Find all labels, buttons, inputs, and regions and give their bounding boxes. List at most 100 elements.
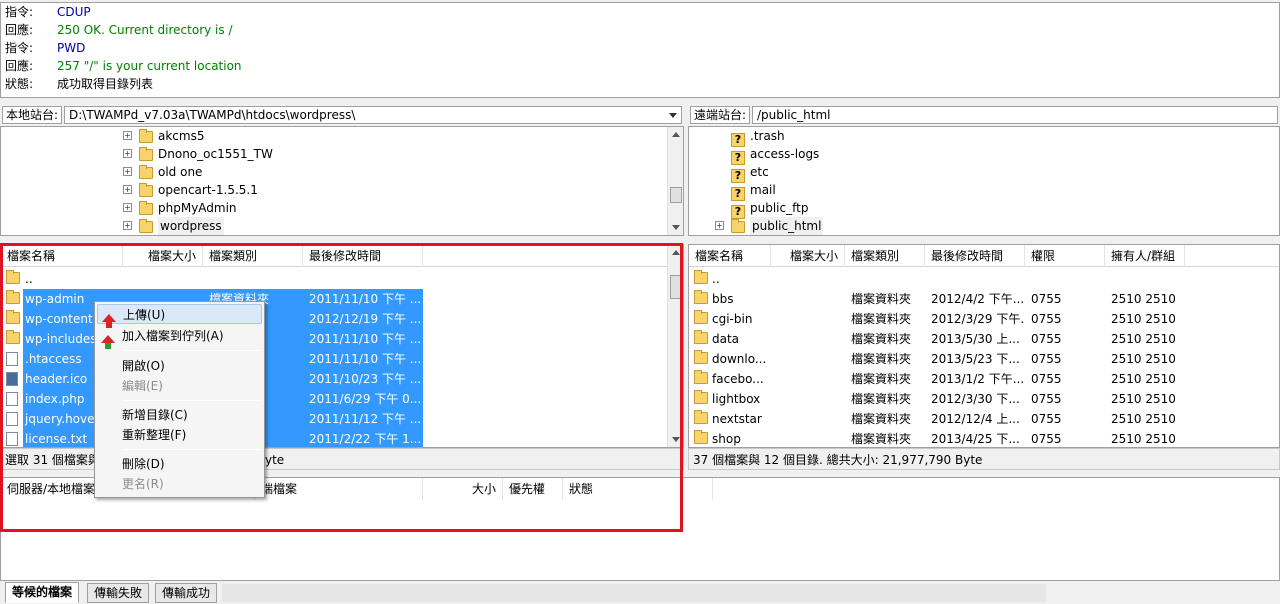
file-owner-group: 2510 2510 xyxy=(1111,332,1176,346)
col-filetype[interactable]: 檔案類別 xyxy=(203,245,303,267)
col-permissions[interactable]: 權限 xyxy=(1025,245,1105,267)
tree-item[interactable]: + opencart-1.5.5.1 xyxy=(123,181,323,199)
tree-item[interactable]: + old one xyxy=(123,163,323,181)
file-name: nextstar xyxy=(712,412,762,426)
remote-list-header: 檔案名稱 檔案大小 檔案類別 最後修改時間 權限 擁有人/群組 xyxy=(689,245,1279,267)
filezilla-window: 指令: CDUP 回應: 250 OK. Current directory is /… xyxy=(0,0,1280,604)
tree-item[interactable]: ? access-logs xyxy=(715,145,915,165)
col-owner-group[interactable]: 擁有人/群組 xyxy=(1105,245,1185,267)
table-row[interactable]: cgi-bin 檔案資料夾 2012/3/29 下午... 0755 2510 2510 xyxy=(689,309,1279,329)
tab-queued-files[interactable]: 等候的檔案 xyxy=(5,582,80,603)
expand-icon[interactable]: + xyxy=(123,131,132,140)
log-label: 回應: xyxy=(5,59,34,73)
menu-item-new-directory[interactable]: 新增目錄(C) xyxy=(97,405,262,425)
file-modified: 2013/1/2 下午... xyxy=(931,372,1025,386)
remote-directory-tree[interactable]: ? .trash? access-logs? etc? mail? public_ftp +… xyxy=(688,126,1280,236)
menu-item-refresh[interactable]: 重新整理(F) xyxy=(97,425,262,445)
scroll-down-icon[interactable] xyxy=(672,437,680,442)
menu-item-delete[interactable]: 刪除(D) xyxy=(97,454,262,474)
expand-icon[interactable]: + xyxy=(123,167,132,176)
expand-icon[interactable]: + xyxy=(123,149,132,158)
table-row[interactable]: data 檔案資料夾 2013/5/30 上... 0755 2510 2510 xyxy=(689,329,1279,349)
table-row[interactable]: downlo... 檔案資料夾 2013/5/23 下... 0755 2510 251… xyxy=(689,349,1279,369)
menu-label: 更名(R) xyxy=(122,477,164,491)
col-filename[interactable]: 檔案名稱 xyxy=(1,245,123,267)
scroll-down-icon[interactable] xyxy=(672,225,680,230)
table-row[interactable]: bbs 檔案資料夾 2012/4/2 下午... 0755 2510 2510 xyxy=(689,289,1279,309)
file-type: 檔案資料夾 xyxy=(851,432,912,446)
tree-item[interactable]: ? .trash xyxy=(715,127,915,147)
tab-failed-transfers[interactable]: 傳輸失敗 xyxy=(87,583,150,603)
tree-item[interactable]: ? public_ftp xyxy=(715,199,915,219)
tree-item[interactable]: + public_html xyxy=(715,217,915,235)
chevron-down-icon[interactable] xyxy=(669,113,677,118)
table-row[interactable]: facebo... 檔案資料夾 2013/1/2 下午... 0755 2510 251… xyxy=(689,369,1279,389)
table-row[interactable]: shop 檔案資料夾 2013/4/25 下... 0755 2510 2510 xyxy=(689,429,1279,447)
scroll-up-icon[interactable] xyxy=(672,250,680,255)
table-row[interactable]: lightbox 檔案資料夾 2012/3/30 下... 0755 2510 2510 xyxy=(689,389,1279,409)
message-log[interactable]: 指令: CDUP 回應: 250 OK. Current directory is /… xyxy=(0,2,1280,98)
remote-status-line: 37 個檔案與 12 個目錄. 總共大小: 21,977,790 Byte xyxy=(688,448,1280,470)
file-permissions: 0755 xyxy=(1031,392,1062,406)
folder-icon xyxy=(6,330,20,347)
tree-item[interactable]: + akcms5 xyxy=(123,127,323,145)
tree-item[interactable]: + wordpress xyxy=(123,217,323,235)
tree-item-label: wordpress xyxy=(158,217,224,235)
local-directory-tree[interactable]: + akcms5 + Dnono_oc1551_TW + old one + opencart… xyxy=(0,126,684,236)
table-row[interactable]: .. xyxy=(689,269,1279,289)
expand-icon[interactable]: + xyxy=(715,221,724,230)
tree-item-label: public_ftp xyxy=(750,201,809,215)
scroll-up-icon[interactable] xyxy=(672,132,680,137)
file-modified: 2012/12/4 上... xyxy=(931,412,1020,426)
local-tree-scrollbar[interactable] xyxy=(667,127,683,235)
tab-successful-transfers[interactable]: 傳輸成功 xyxy=(155,583,218,603)
folder-icon xyxy=(694,310,708,327)
queue-col-priority[interactable]: 優先權 xyxy=(503,478,563,500)
col-filename[interactable]: 檔案名稱 xyxy=(689,245,771,267)
expand-icon[interactable]: + xyxy=(123,203,132,212)
menu-item-add-to-queue[interactable]: 加入檔案到佇列(A) xyxy=(97,326,262,349)
file-modified: 2011/11/10 下午 ... xyxy=(309,329,423,349)
file-modified: 2012/4/2 下午... xyxy=(931,292,1025,306)
queue-col-remote[interactable]: 端檔案 xyxy=(255,478,423,500)
tabs-horizontal-scrollbar[interactable] xyxy=(222,584,1046,602)
file-icon xyxy=(6,392,18,409)
tree-item[interactable]: ? etc xyxy=(715,163,915,183)
tree-item[interactable]: + Dnono_oc1551_TW xyxy=(123,145,323,163)
menu-label: 編輯(E) xyxy=(122,379,163,393)
queue-col-size[interactable]: 大小 xyxy=(423,478,503,500)
scroll-thumb[interactable] xyxy=(670,275,682,299)
log-line: 狀態: 成功取得目錄列表 xyxy=(5,75,1275,93)
menu-item-open[interactable]: 開啟(O) xyxy=(97,356,262,376)
upload-arrow-icon xyxy=(102,308,116,328)
scroll-thumb[interactable] xyxy=(670,187,682,203)
file-type xyxy=(851,269,925,289)
tree-item[interactable]: + phpMyAdmin xyxy=(123,199,323,217)
expand-icon[interactable]: + xyxy=(123,185,132,194)
remote-file-list[interactable]: 檔案名稱 檔案大小 檔案類別 最後修改時間 權限 擁有人/群組 .. bbs 檔案資… xyxy=(688,244,1280,448)
tree-item[interactable]: ? mail xyxy=(715,181,915,201)
col-modified[interactable]: 最後修改時間 xyxy=(303,245,423,267)
folder-icon xyxy=(694,390,708,407)
expand-icon[interactable]: + xyxy=(123,221,132,230)
file-icon xyxy=(6,352,18,369)
col-filesize[interactable]: 檔案大小 xyxy=(771,245,845,267)
col-filetype[interactable]: 檔案類別 xyxy=(845,245,925,267)
add-queue-arrow-icon xyxy=(101,329,115,349)
tree-item-label: .trash xyxy=(750,129,785,143)
col-filesize[interactable]: 檔案大小 xyxy=(123,245,203,267)
local-path-input[interactable]: D:\TWAMPd_v7.03a\TWAMPd\htdocs\wordpress… xyxy=(64,106,682,124)
file-modified: 2011/6/29 下午 0... xyxy=(309,389,423,409)
queue-col-status[interactable]: 狀態 xyxy=(563,478,713,500)
file-permissions: 0755 xyxy=(1031,372,1062,386)
col-modified[interactable]: 最後修改時間 xyxy=(925,245,1025,267)
table-row[interactable]: .. xyxy=(1,269,683,289)
log-text: PWD xyxy=(57,41,86,55)
local-list-scrollbar[interactable] xyxy=(667,245,683,447)
local-path-text: D:\TWAMPd_v7.03a\TWAMPd\htdocs\wordpress… xyxy=(69,108,356,122)
menu-item-upload[interactable]: 上傳(U) xyxy=(97,304,262,328)
menu-separator xyxy=(123,449,260,450)
table-row[interactable]: nextstar 檔案資料夾 2012/12/4 上... 0755 2510 2510 xyxy=(689,409,1279,429)
remote-path-input[interactable]: /public_html xyxy=(752,106,1278,124)
file-modified xyxy=(309,269,423,289)
